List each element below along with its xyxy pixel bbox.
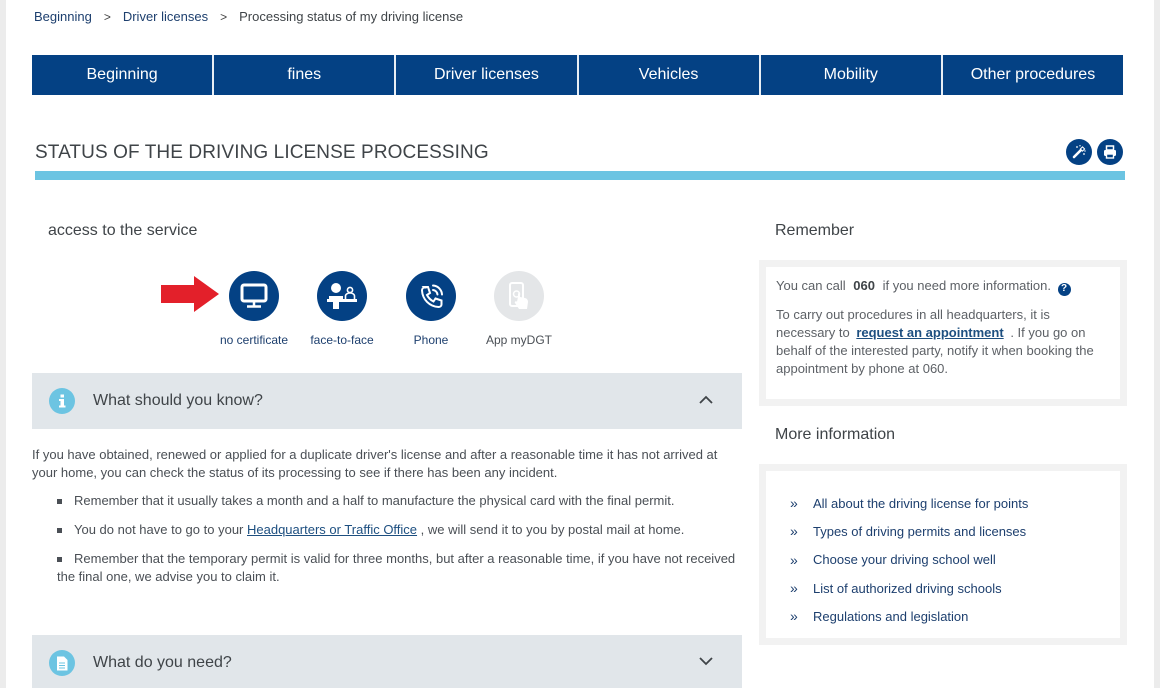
info-icon [49, 388, 75, 414]
more-info-box: » All about the driving license for poin… [759, 464, 1127, 645]
access-section-title: access to the service [48, 222, 198, 239]
request-appointment-link[interactable]: request an appointment [856, 325, 1003, 340]
appointment-info: To carry out procedures in all headquart… [776, 306, 1110, 378]
more-info-link-label: Choose your driving school well [813, 552, 996, 568]
remember-box: You can call 060 if you need more inform… [759, 260, 1127, 406]
title-underline [35, 171, 1125, 180]
nav-item-vehicles[interactable]: Vehicles [578, 55, 761, 95]
bullet-text: , we will send it to you by postal mail … [417, 522, 685, 537]
breadcrumb-link-driver-licenses[interactable]: Driver licenses [123, 9, 208, 24]
nav-item-driver-licenses[interactable]: Driver licenses [396, 55, 579, 95]
call-prefix: You can call [776, 278, 846, 293]
breadcrumb-separator: > [103, 9, 111, 24]
counter-attendant-icon [327, 283, 357, 309]
call-info: You can call 060 if you need more inform… [776, 277, 1110, 296]
double-chevron-right-icon: » [790, 608, 798, 625]
more-info-link[interactable]: » Types of driving permits and licenses [790, 517, 1120, 545]
breadcrumb-separator: > [220, 9, 228, 24]
chevron-down-icon [699, 657, 713, 666]
more-info-link-label: Regulations and legislation [813, 608, 969, 624]
double-chevron-right-icon: » [790, 495, 798, 512]
help-question-icon[interactable]: ? [1057, 282, 1071, 296]
nav-item-beginning[interactable]: Beginning [32, 55, 215, 95]
more-info-link[interactable]: » Choose your driving school well [790, 546, 1120, 574]
more-info-link[interactable]: » Regulations and legislation [790, 602, 1120, 630]
monitor-icon [240, 283, 268, 308]
breadcrumb: Beginning > Driver licenses > Processing… [34, 9, 463, 24]
more-info-link-label: All about the driving license for points [813, 495, 1029, 511]
call-number: 060 [853, 278, 875, 293]
list-item: You do not have to go to your Headquarte… [57, 521, 742, 539]
page-title: STATUS OF THE DRIVING LICENSE PROCESSING [35, 142, 489, 163]
nav-item-other-procedures[interactable]: Other procedures [942, 55, 1124, 95]
more-info-link-label: Types of driving permits and licenses [813, 523, 1027, 539]
accordion-what-do-you-need[interactable]: What do you need? [32, 635, 742, 688]
access-option-label: App myDGT [485, 333, 552, 347]
breadcrumb-link-beginning[interactable]: Beginning [34, 9, 92, 24]
main-navigation: Beginning fines Driver licenses Vehicles… [32, 55, 1124, 95]
remember-title: Remember [775, 222, 855, 239]
list-item: Remember that the temporary permit is va… [57, 550, 742, 586]
list-item: Remember that it usually takes a month a… [57, 492, 742, 510]
more-info-link[interactable]: » List of authorized driving schools [790, 574, 1120, 602]
nav-item-fines[interactable]: fines [214, 55, 397, 95]
what-should-you-know-content: If you have obtained, renewed or applied… [32, 446, 742, 597]
nav-item-mobility[interactable]: Mobility [760, 55, 943, 95]
accordion-what-should-you-know[interactable]: What should you know? [32, 373, 742, 429]
magic-wand-icon [1072, 145, 1086, 159]
double-chevron-right-icon: » [790, 523, 798, 540]
call-suffix: if you need more information. [882, 278, 1051, 293]
magic-wand-button[interactable] [1066, 139, 1092, 165]
more-info-link[interactable]: » All about the driving license for poin… [790, 489, 1120, 517]
know-intro: If you have obtained, renewed or applied… [32, 447, 718, 480]
page-edge-right [1154, 0, 1160, 688]
chevron-up-icon [699, 395, 713, 404]
phone-icon [420, 284, 443, 309]
headquarters-link[interactable]: Headquarters or Traffic Office [247, 522, 417, 537]
accordion-title: What should you know? [93, 392, 263, 409]
bullet-text: You do not have to go to your [74, 522, 247, 537]
know-bullet-list: Remember that it usually takes a month a… [32, 492, 742, 586]
page-edge-left [0, 0, 6, 688]
more-info-title: More information [775, 426, 896, 443]
more-info-link-label: List of authorized driving schools [813, 580, 1002, 596]
double-chevron-right-icon: » [790, 580, 798, 597]
mobile-app-icon [509, 282, 528, 309]
double-chevron-right-icon: » [790, 551, 798, 568]
print-icon [1104, 145, 1116, 159]
access-option-app-mydgt[interactable]: App myDGT [464, 271, 574, 347]
document-icon [49, 650, 75, 676]
breadcrumb-current: Processing status of my driving license [239, 9, 464, 24]
accordion-title: What do you need? [93, 654, 232, 671]
print-button[interactable] [1097, 139, 1123, 165]
